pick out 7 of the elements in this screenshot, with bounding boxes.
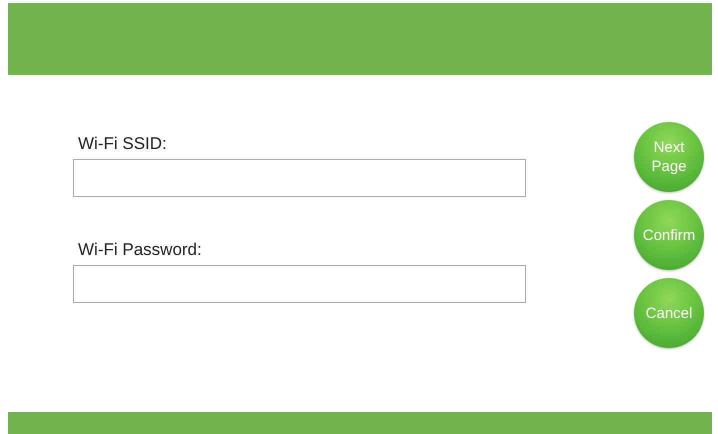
input-field[interactable]	[73, 159, 526, 197]
field-label: Wi-Fi SSID:	[77, 134, 168, 154]
round-button[interactable]: Cancel	[634, 278, 704, 348]
round-button[interactable]: Next Page	[634, 122, 704, 192]
field-label: Wi-Fi Password:	[77, 240, 203, 260]
input-field[interactable]	[73, 265, 526, 303]
round-button[interactable]: Confirm	[634, 200, 704, 270]
